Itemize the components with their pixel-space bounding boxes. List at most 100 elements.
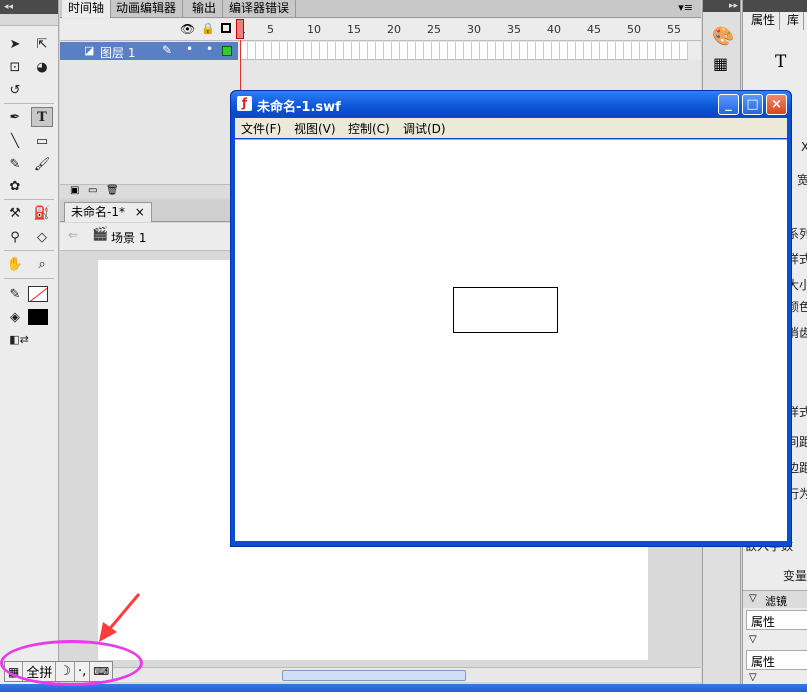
- highlight-ellipse: [0, 640, 143, 686]
- menu-view[interactable]: 视图(V): [294, 120, 336, 137]
- paint-bucket-tool-icon[interactable]: ⛽: [31, 203, 53, 223]
- scene-icon: 🎬: [92, 227, 109, 242]
- color-palette-icon[interactable]: 🎨: [712, 26, 734, 47]
- outline-icon[interactable]: [221, 23, 231, 33]
- prop-label-variable: 变量: [783, 569, 807, 583]
- tab-properties[interactable]: 属性: [747, 12, 781, 30]
- bone-tool-icon[interactable]: ⚒: [4, 203, 26, 223]
- 3d-rotation-tool-icon[interactable]: ◕: [31, 57, 53, 77]
- chevron-down-icon: ▽: [749, 593, 757, 604]
- pencil-tool-icon[interactable]: ✎: [4, 154, 26, 174]
- ruler-number: 40: [547, 23, 561, 36]
- panel-menu-icon[interactable]: ▾≡: [678, 1, 693, 14]
- layer-row[interactable]: ◪ 图层 1 ✎ • •: [60, 42, 701, 60]
- tab-timeline[interactable]: 时间轴: [62, 0, 112, 18]
- fill-color-icon: ◈: [10, 309, 20, 325]
- text-field-rectangle[interactable]: [453, 287, 558, 333]
- zoom-tool-icon[interactable]: ⌕: [31, 254, 53, 274]
- layer-name[interactable]: 图层 1: [100, 44, 135, 61]
- new-folder-icon[interactable]: ▭: [88, 185, 97, 196]
- swap-colors-icon[interactable]: ◧⇄: [8, 329, 30, 349]
- swf-canvas[interactable]: [235, 139, 787, 541]
- tab-library[interactable]: 库: [783, 12, 805, 30]
- tools-panel: ◂◂ ➤ ⇱ ⊡ ◕ ↺ ✒ T ╲ ▭ ✎ 🖌 ✿ ⚒ ⛽ ⚲ ◇ ✋ ⌕ ✎…: [0, 0, 59, 692]
- filter-list-2[interactable]: 属性: [746, 650, 807, 670]
- document-tab-close-icon[interactable]: ×: [135, 205, 145, 219]
- frame-cells[interactable]: [240, 42, 688, 60]
- pen-tool-icon[interactable]: ✒: [4, 107, 26, 127]
- free-transform-tool-icon[interactable]: ⊡: [4, 57, 26, 77]
- flash-player-icon: ƒ: [237, 96, 252, 111]
- tools-collapse-handle[interactable]: ◂◂: [0, 0, 58, 14]
- filter-list[interactable]: 属性: [746, 610, 807, 630]
- stroke-color-icon: ✎: [9, 286, 21, 302]
- document-tab-label: 未命名-1*: [71, 205, 125, 219]
- document-tab[interactable]: 未命名-1* ×: [64, 202, 152, 222]
- line-tool-icon[interactable]: ╲: [4, 131, 26, 151]
- menu-debug[interactable]: 调试(D): [403, 120, 446, 137]
- filter-property-label-2: 属性: [751, 655, 776, 669]
- windows-taskbar: [0, 684, 807, 692]
- filters-label: 滤镜: [765, 595, 787, 608]
- filters-section-header[interactable]: ▽ 滤镜: [743, 590, 807, 608]
- ruler-number: 5: [267, 23, 274, 36]
- timeline-tabs: 时间轴 动画编辑器 输出 编译器错误 ▾≡: [60, 0, 701, 18]
- scene-label[interactable]: 场景 1: [111, 229, 146, 246]
- lock-icon[interactable]: 🔒: [201, 22, 215, 35]
- ruler-number: 10: [307, 23, 321, 36]
- back-arrow-icon[interactable]: ⇐: [68, 228, 78, 242]
- delete-layer-icon[interactable]: 🗑: [106, 185, 119, 196]
- filter-property-label: 属性: [751, 615, 776, 629]
- rectangle-tool-icon[interactable]: ▭: [31, 131, 53, 151]
- ruler-number: 30: [467, 23, 481, 36]
- horizontal-scrollbar[interactable]: [60, 667, 701, 682]
- pencil-icon: ✎: [162, 43, 173, 57]
- close-button[interactable]: ×: [766, 94, 787, 115]
- eyedropper-tool-icon[interactable]: ⚲: [4, 227, 26, 247]
- swatches-grid-icon[interactable]: ▦: [713, 54, 728, 73]
- fill-color-swatch[interactable]: [28, 309, 48, 325]
- swf-player-window: ƒ 未命名-1.swf _ □ × 文件(F) 视图(V) 控制(C) 调试(D…: [230, 90, 792, 547]
- swf-titlebar[interactable]: ƒ 未命名-1.swf _ □ ×: [231, 91, 791, 117]
- lock-dot[interactable]: •: [206, 42, 213, 56]
- chevron-down-icon[interactable]: ▽: [749, 634, 757, 645]
- hand-tool-icon[interactable]: ✋: [4, 254, 26, 274]
- ruler-number: 55: [667, 23, 681, 36]
- lasso-tool-icon[interactable]: ↺: [4, 80, 26, 100]
- selection-tool-icon[interactable]: ➤: [4, 34, 26, 54]
- new-layer-icon[interactable]: ▣: [70, 185, 79, 196]
- frame-ruler[interactable]: 👁 🔒 1 5 10 15 20 25 30 35 40 45 50 55: [60, 19, 701, 41]
- stroke-color-swatch[interactable]: [28, 286, 48, 302]
- text-tool-icon[interactable]: T: [31, 107, 53, 127]
- menu-control[interactable]: 控制(C): [348, 120, 390, 137]
- layer-outline-color[interactable]: [222, 46, 232, 56]
- deco-tool-icon[interactable]: ✿: [4, 176, 26, 196]
- ruler-number: 15: [347, 23, 361, 36]
- ruler-number: 45: [587, 23, 601, 36]
- menu-file[interactable]: 文件(F): [241, 120, 281, 137]
- prop-label-width: 宽: [797, 171, 807, 188]
- scrollbar-thumb[interactable]: [282, 670, 466, 681]
- brush-tool-icon[interactable]: 🖌: [31, 154, 53, 174]
- eraser-tool-icon[interactable]: ◇: [31, 227, 53, 247]
- eye-icon[interactable]: 👁: [180, 22, 195, 36]
- layer-icon: ◪: [84, 44, 95, 57]
- tools-grip[interactable]: [0, 14, 58, 26]
- ruler-number: 35: [507, 23, 521, 36]
- maximize-button[interactable]: □: [742, 94, 763, 115]
- tab-compiler-errors[interactable]: 编译器错误: [223, 0, 297, 18]
- visibility-dot[interactable]: •: [186, 42, 193, 56]
- layer-row-selected[interactable]: ◪ 图层 1 ✎ • •: [60, 42, 238, 60]
- tab-motion-editor[interactable]: 动画编辑器: [110, 0, 184, 18]
- tab-output[interactable]: 输出: [186, 0, 224, 18]
- playhead[interactable]: [236, 19, 244, 39]
- minimize-button[interactable]: _: [718, 94, 739, 115]
- prop-label-x: X: [801, 140, 807, 154]
- swf-window-title: 未命名-1.swf: [257, 100, 341, 115]
- ruler-number: 20: [387, 23, 401, 36]
- chevron-down-icon[interactable]: ▽: [749, 672, 757, 683]
- subselection-tool-icon[interactable]: ⇱: [31, 34, 53, 54]
- dock-collapse-handle[interactable]: ▸▸: [703, 0, 740, 12]
- ruler-number: 25: [427, 23, 441, 36]
- swf-menubar: 文件(F) 视图(V) 控制(C) 调试(D): [235, 118, 787, 138]
